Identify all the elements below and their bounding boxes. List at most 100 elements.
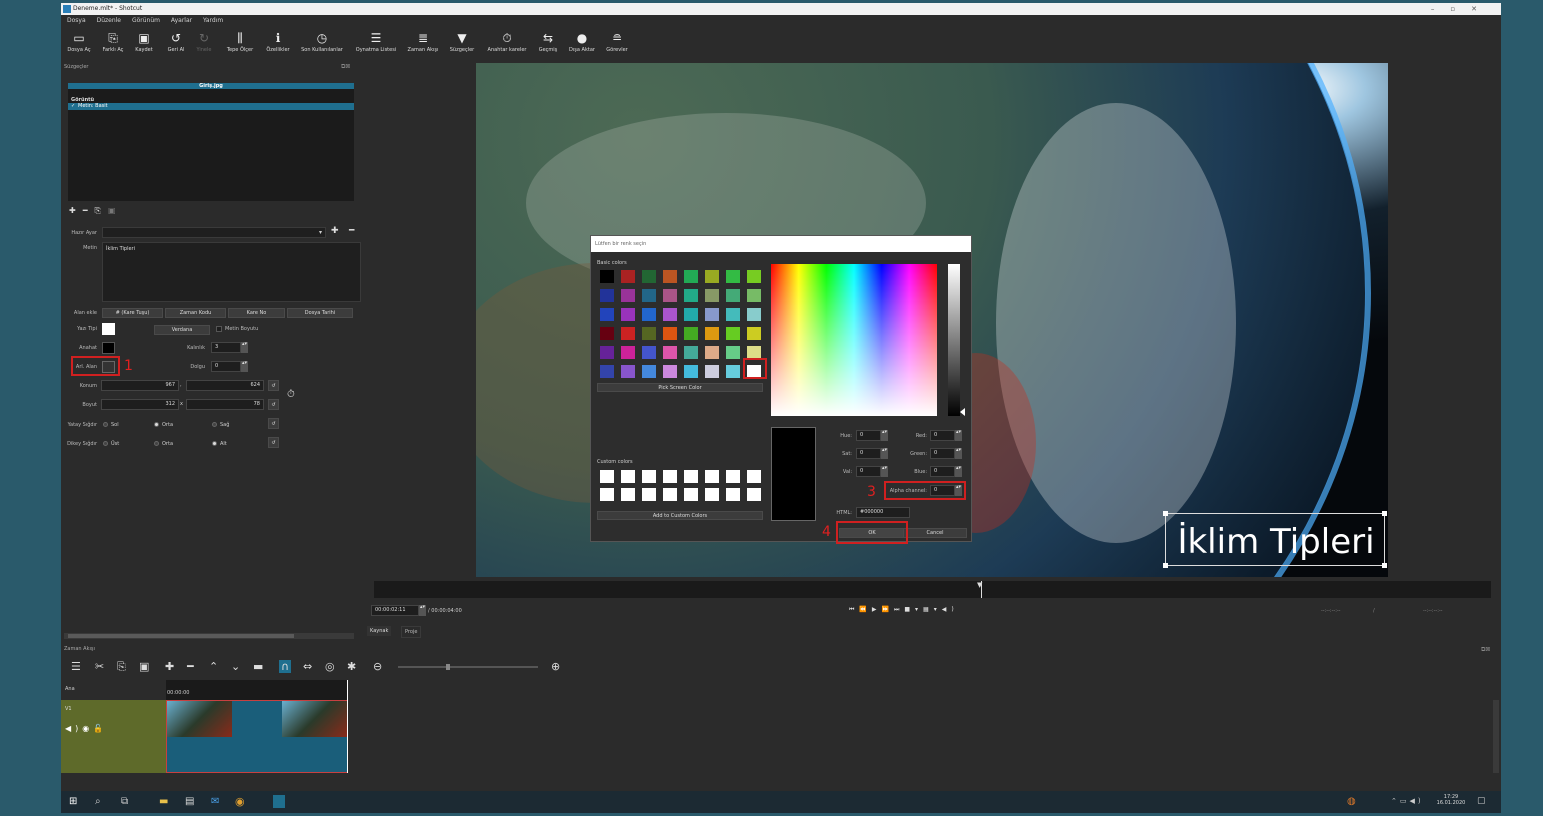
track-header-v1[interactable]: V1 ◀)◉🔓 xyxy=(61,700,166,773)
value-slider[interactable] xyxy=(948,264,960,416)
basic-color-swatch[interactable] xyxy=(600,346,614,359)
task-view-icon[interactable]: ⧉ xyxy=(121,796,128,807)
font-size-checkbox[interactable] xyxy=(216,326,222,332)
zoom-in-icon[interactable]: ⊕ xyxy=(551,660,560,673)
filters-button[interactable]: ▼ Süzgeçler xyxy=(447,30,477,54)
basic-color-swatch[interactable] xyxy=(726,346,740,359)
cut-icon[interactable]: ✂ xyxy=(95,660,104,673)
peak-meter-button[interactable]: ⫼ Tepe Ölçer xyxy=(223,30,257,54)
red-spinbox[interactable]: 0 xyxy=(930,430,955,441)
basic-color-swatch[interactable] xyxy=(726,327,740,340)
hue-saturation-field[interactable] xyxy=(771,264,937,416)
tray-app-icon[interactable]: ◍ xyxy=(1347,796,1356,807)
spin-arrows-icon[interactable]: ▴▾ xyxy=(955,430,962,441)
basic-color-swatch[interactable] xyxy=(621,365,635,378)
open-file-button[interactable]: ▭ Dosya Aç xyxy=(65,30,93,54)
text-color-swatch[interactable] xyxy=(102,323,115,335)
custom-color-swatch[interactable] xyxy=(621,470,635,483)
menu-item-edit[interactable]: Düzenle xyxy=(97,17,121,24)
shotcut-taskbar-icon[interactable] xyxy=(273,795,285,808)
keyframe-stopwatch-icon[interactable]: ⏱ xyxy=(287,389,295,400)
menu-item-file[interactable]: Dosya xyxy=(67,17,86,24)
mail-icon[interactable]: ✉ xyxy=(211,796,219,807)
tray-icons[interactable]: ⌃▭◀) xyxy=(1391,797,1424,805)
tab-source[interactable]: Kaynak xyxy=(367,626,392,636)
custom-color-swatch[interactable] xyxy=(663,488,677,501)
reset-halign-icon[interactable]: ↺ xyxy=(268,418,279,429)
custom-color-swatch[interactable] xyxy=(600,488,614,501)
basic-color-swatch[interactable] xyxy=(663,308,677,321)
basic-color-swatch[interactable] xyxy=(663,365,677,378)
green-spinbox[interactable]: 0 xyxy=(930,448,955,459)
basic-color-swatch[interactable] xyxy=(621,327,635,340)
thickness-spinbox[interactable]: 3 xyxy=(211,342,241,353)
valign-middle-radio[interactable] xyxy=(154,441,159,446)
scrub-icon[interactable]: ⇔ xyxy=(303,660,312,673)
chrome-icon[interactable]: ◉ xyxy=(235,795,245,808)
redo-button[interactable]: ↻ Yinele xyxy=(191,30,217,54)
properties-button[interactable]: ℹ Özellikler xyxy=(263,30,293,54)
basic-color-swatch[interactable] xyxy=(621,308,635,321)
menu-item-settings[interactable]: Ayarlar xyxy=(171,17,192,24)
basic-color-swatch[interactable] xyxy=(705,327,719,340)
insert-frame-button[interactable]: Kare No xyxy=(228,308,285,318)
pick-screen-color-button[interactable]: Pick Screen Color xyxy=(597,383,763,392)
basic-color-swatch[interactable] xyxy=(684,289,698,302)
paste-icon[interactable]: ▣ xyxy=(139,660,149,673)
ripple-all-icon[interactable]: ✱ xyxy=(347,660,356,673)
custom-color-swatch[interactable] xyxy=(726,488,740,501)
halign-right-radio[interactable] xyxy=(212,422,217,427)
spin-arrows-icon[interactable]: ▴▾ xyxy=(955,448,962,459)
spin-arrows-icon[interactable]: ▴▾ xyxy=(881,448,888,459)
copy-icon[interactable]: ⎘ xyxy=(117,660,126,674)
basic-color-swatch[interactable] xyxy=(726,289,740,302)
save-button[interactable]: ▣ Kaydet xyxy=(131,30,157,54)
custom-color-swatch[interactable] xyxy=(705,488,719,501)
clock[interactable]: 17:29 16.01.2020 xyxy=(1433,794,1469,806)
search-icon[interactable]: ⌕ xyxy=(95,796,101,807)
remove-filter-icon[interactable]: ━ xyxy=(83,206,95,215)
basic-color-swatch[interactable] xyxy=(642,308,656,321)
spin-arrows-icon[interactable]: ▴▾ xyxy=(241,361,248,372)
undo-button[interactable]: ↺ Geri Al xyxy=(163,30,189,54)
remove-icon[interactable]: ━ xyxy=(187,660,194,673)
basic-color-swatch[interactable] xyxy=(684,346,698,359)
preset-dropdown[interactable]: ▾ xyxy=(102,227,326,238)
basic-color-swatch[interactable] xyxy=(705,346,719,359)
add-filter-icon[interactable]: ✚ xyxy=(69,206,83,215)
playlist-button[interactable]: ☰ Oynatma Listesi xyxy=(353,30,399,54)
lift-icon[interactable]: ⌃ xyxy=(209,660,218,673)
filter-item[interactable]: ✓ Metin: Basit xyxy=(68,103,354,110)
menu-item-help[interactable]: Yardım xyxy=(203,17,223,24)
paste-filter-icon[interactable]: ▣ xyxy=(108,206,123,215)
custom-color-swatch[interactable] xyxy=(726,470,740,483)
halign-left-radio[interactable] xyxy=(103,422,108,427)
text-overlay-frame[interactable]: İklim Tipleri xyxy=(1163,511,1387,568)
basic-color-swatch[interactable] xyxy=(705,365,719,378)
split-icon[interactable]: ▬ xyxy=(253,660,263,673)
basic-color-swatch[interactable] xyxy=(747,308,761,321)
time-ruler[interactable]: 00:00:00 xyxy=(166,680,348,700)
html-input[interactable]: #000000 xyxy=(856,507,910,518)
file-explorer-icon[interactable]: ▬ xyxy=(159,796,168,807)
blue-spinbox[interactable]: 0 xyxy=(930,466,955,477)
recent-button[interactable]: ◷ Son Kullanılanlar xyxy=(299,30,345,54)
basic-color-swatch[interactable] xyxy=(684,365,698,378)
padding-spinbox[interactable]: 0 xyxy=(211,361,241,372)
basic-color-swatch[interactable] xyxy=(642,327,656,340)
basic-color-swatch[interactable] xyxy=(684,270,698,283)
reset-size-icon[interactable]: ↺ xyxy=(268,399,279,410)
delete-preset-icon[interactable]: ━ xyxy=(349,226,354,236)
custom-color-swatch[interactable] xyxy=(747,470,761,483)
scrollbar-thumb[interactable] xyxy=(68,634,294,638)
timeline-button[interactable]: ≣ Zaman Akışı xyxy=(405,30,441,54)
timecode-input[interactable]: 00:00:02:11 xyxy=(371,605,419,616)
basic-color-swatch[interactable] xyxy=(642,365,656,378)
reset-valign-icon[interactable]: ↺ xyxy=(268,437,279,448)
spin-arrows-icon[interactable]: ▴▾ xyxy=(881,466,888,477)
jobs-button[interactable]: ≘ Görevler xyxy=(603,30,631,54)
basic-color-swatch[interactable] xyxy=(663,289,677,302)
transport-controls[interactable]: ⏮⏪▶⏩⏭■▾▦▾◀) xyxy=(849,606,959,614)
custom-color-swatch[interactable] xyxy=(663,470,677,483)
timeline-float-icon[interactable]: ⧉⊠ xyxy=(1481,646,1490,654)
